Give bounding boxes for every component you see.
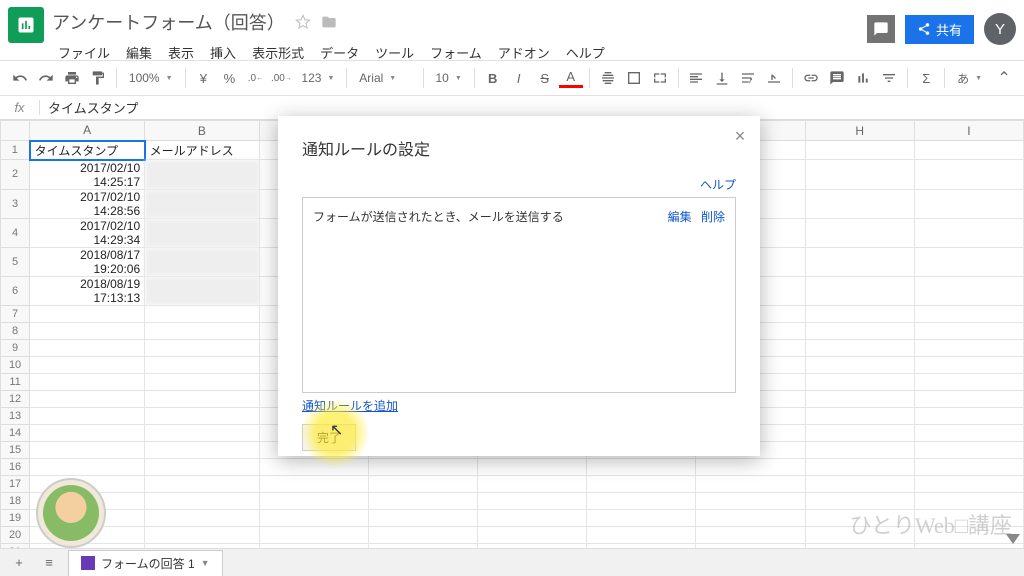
- rotate-button[interactable]: [762, 66, 786, 90]
- scroll-down-icon[interactable]: [1006, 534, 1020, 544]
- currency-button[interactable]: ¥: [191, 66, 215, 90]
- text-color-button[interactable]: A: [559, 68, 583, 88]
- merge-button[interactable]: [648, 66, 672, 90]
- share-button[interactable]: 共有: [905, 15, 974, 44]
- formula-input[interactable]: タイムスタンプ: [40, 98, 138, 117]
- sheet-tab[interactable]: フォームの回答 1 ▼: [68, 550, 223, 576]
- watermark-text: ひとりWeb□講座: [850, 508, 1012, 540]
- comment-button[interactable]: [825, 66, 849, 90]
- dialog-close-button[interactable]: ×: [730, 126, 750, 146]
- percent-button[interactable]: %: [217, 66, 241, 90]
- decrease-decimal-button[interactable]: .0←: [243, 66, 267, 90]
- form-sheet-icon: [81, 556, 95, 570]
- functions-button[interactable]: Σ: [914, 66, 938, 90]
- chart-button[interactable]: [851, 66, 875, 90]
- menu-help[interactable]: ヘルプ: [560, 41, 611, 64]
- rule-delete-link[interactable]: 削除: [701, 210, 725, 224]
- rules-list-box: フォームが送信されたとき、メールを送信する 編集 削除: [302, 197, 736, 393]
- paint-format-button[interactable]: [86, 66, 110, 90]
- folder-icon[interactable]: [321, 14, 337, 30]
- redo-button[interactable]: [34, 66, 58, 90]
- print-button[interactable]: [60, 66, 84, 90]
- menu-view[interactable]: 表示: [162, 41, 200, 64]
- h-align-button[interactable]: [684, 66, 708, 90]
- rule-edit-link[interactable]: 編集: [668, 210, 692, 224]
- done-button[interactable]: 完了: [302, 424, 356, 451]
- sheets-logo[interactable]: [8, 7, 44, 43]
- sheet-tabs-bar: + ≡ フォームの回答 1 ▼: [0, 548, 1024, 576]
- notification-rules-dialog: × 通知ルールの設定 ヘルプ フォームが送信されたとき、メールを送信する 編集 …: [278, 116, 760, 456]
- filter-button[interactable]: [877, 66, 901, 90]
- italic-button[interactable]: I: [507, 66, 531, 90]
- number-format-select[interactable]: 123: [295, 71, 340, 85]
- menu-edit[interactable]: 編集: [120, 41, 158, 64]
- menu-tools[interactable]: ツール: [369, 41, 420, 64]
- toolbar: 100% ¥ % .0← .00→ 123 Arial 10 B I S A Σ…: [0, 60, 1024, 96]
- zoom-select[interactable]: 100%: [123, 71, 179, 85]
- v-align-button[interactable]: [710, 66, 734, 90]
- doc-title[interactable]: アンケートフォーム（回答）: [52, 9, 285, 35]
- comments-button[interactable]: [867, 15, 895, 43]
- star-icon[interactable]: [295, 14, 311, 30]
- strikethrough-button[interactable]: S: [533, 66, 557, 90]
- menu-format[interactable]: 表示形式: [246, 41, 310, 64]
- rule-text: フォームが送信されたとき、メールを送信する: [313, 208, 564, 225]
- increase-decimal-button[interactable]: .00→: [269, 66, 293, 90]
- wrap-button[interactable]: [736, 66, 760, 90]
- link-button[interactable]: [799, 66, 823, 90]
- add-rule-link[interactable]: 通知ルールを追加: [302, 397, 398, 414]
- bold-button[interactable]: B: [481, 66, 505, 90]
- dialog-title: 通知ルールの設定: [302, 136, 736, 160]
- formula-label: fx: [0, 100, 40, 115]
- font-select[interactable]: Arial: [353, 71, 416, 85]
- collapse-toolbar-button[interactable]: ⌃: [992, 66, 1016, 90]
- account-avatar[interactable]: Y: [984, 13, 1016, 45]
- all-sheets-button[interactable]: ≡: [38, 552, 60, 574]
- sheet-tab-label: フォームの回答 1: [101, 555, 195, 572]
- menu-insert[interactable]: 挿入: [204, 41, 242, 64]
- borders-button[interactable]: [622, 66, 646, 90]
- add-sheet-button[interactable]: +: [8, 552, 30, 574]
- input-language-button[interactable]: あ: [951, 70, 988, 87]
- font-size-select[interactable]: 10: [429, 71, 467, 85]
- menu-addons[interactable]: アドオン: [492, 41, 556, 64]
- fill-color-button[interactable]: [596, 66, 620, 90]
- notification-rule-row: フォームが送信されたとき、メールを送信する 編集 削除: [313, 208, 725, 225]
- menu-form[interactable]: フォーム: [424, 41, 488, 64]
- dialog-help-link[interactable]: ヘルプ: [700, 176, 736, 193]
- undo-button[interactable]: [8, 66, 32, 90]
- menu-data[interactable]: データ: [314, 41, 365, 64]
- menu-file[interactable]: ファイル: [52, 41, 116, 64]
- menu-bar: ファイル 編集 表示 挿入 表示形式 データ ツール フォーム アドオン ヘルプ: [52, 41, 867, 64]
- instructor-avatar: [36, 478, 106, 548]
